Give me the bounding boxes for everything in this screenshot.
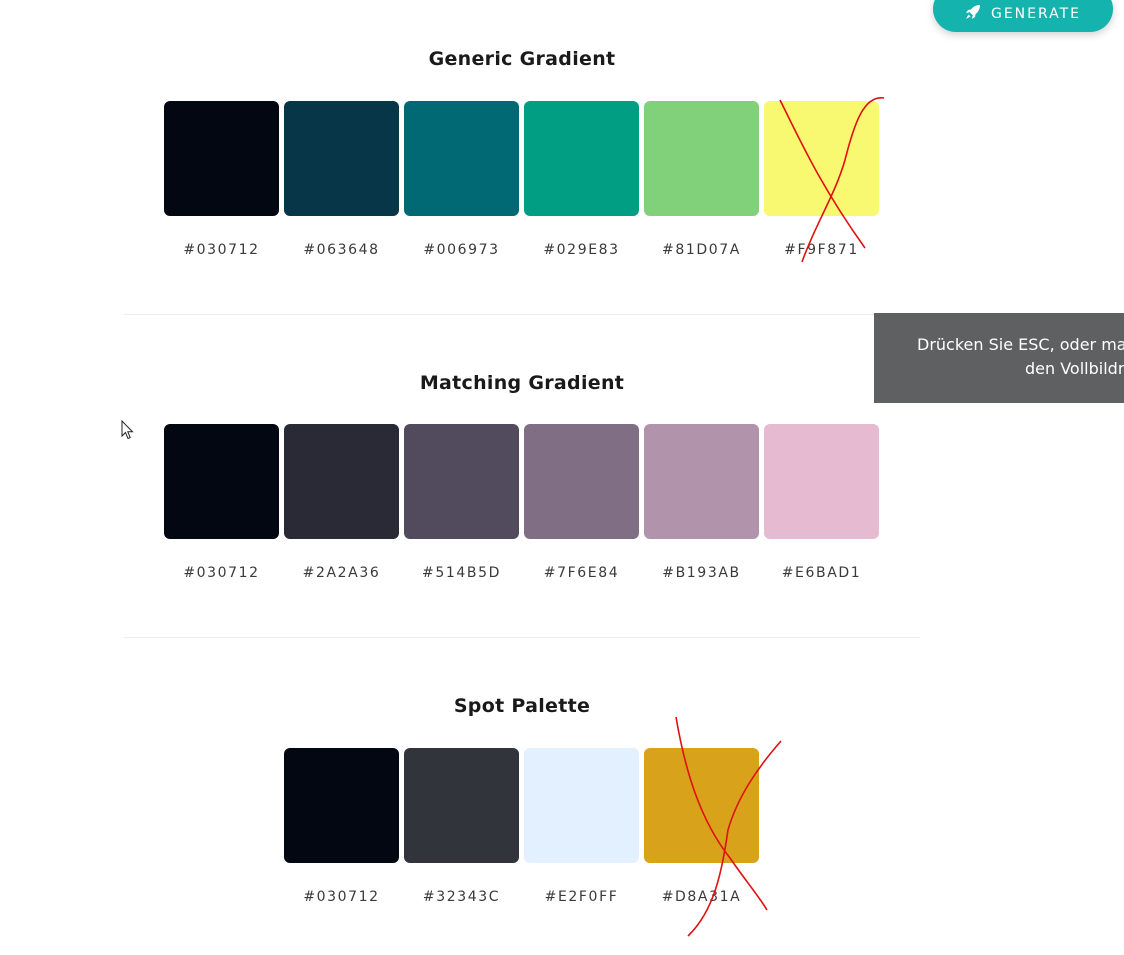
color-swatch[interactable] <box>524 101 639 216</box>
color-swatch[interactable] <box>284 424 399 539</box>
section-title-spot-palette: Spot Palette <box>453 695 591 717</box>
hex-label: #E2F0FF <box>544 889 619 905</box>
hex-label: #063648 <box>303 242 380 258</box>
color-swatch[interactable] <box>644 101 759 216</box>
swatch-item[interactable]: #7F6E84 <box>524 424 639 581</box>
swatch-item[interactable]: #029E83 <box>524 101 639 258</box>
color-swatch[interactable] <box>524 748 639 863</box>
color-swatch[interactable] <box>404 424 519 539</box>
swatch-item[interactable]: #B193AB <box>644 424 759 581</box>
swatch-item[interactable]: #E2F0FF <box>524 748 639 905</box>
color-swatch[interactable] <box>404 101 519 216</box>
rocket-icon <box>965 4 981 24</box>
fullscreen-notice-line2: den Vollbildr <box>1025 359 1124 378</box>
color-swatch[interactable] <box>284 748 399 863</box>
color-swatch[interactable] <box>404 748 519 863</box>
swatch-item[interactable]: #006973 <box>404 101 519 258</box>
swatch-item[interactable]: #F9F871 <box>764 101 879 258</box>
hex-label: #B193AB <box>662 565 741 581</box>
color-swatch[interactable] <box>164 101 279 216</box>
color-swatch[interactable] <box>284 101 399 216</box>
swatch-item[interactable]: #030712 <box>284 748 399 905</box>
section-divider <box>124 314 920 315</box>
hex-label: #7F6E84 <box>543 565 620 581</box>
hex-label: #030712 <box>303 889 380 905</box>
swatch-item[interactable]: #514B5D <box>404 424 519 581</box>
mouse-cursor-icon <box>121 419 135 444</box>
color-swatch[interactable] <box>764 101 879 216</box>
hex-label: #2A2A36 <box>302 565 381 581</box>
color-swatch[interactable] <box>764 424 879 539</box>
fullscreen-notice-line1: Drücken Sie ESC, oder mac <box>917 335 1124 354</box>
hex-label: #D8A31A <box>661 889 742 905</box>
section-divider <box>124 637 920 638</box>
spot-palette: #030712 #32343C #E2F0FF #D8A31A <box>284 748 759 905</box>
swatch-item[interactable]: #32343C <box>404 748 519 905</box>
hex-label: #029E83 <box>543 242 620 258</box>
generate-label: GENERATE <box>990 6 1082 22</box>
hex-label: #030712 <box>183 565 260 581</box>
swatch-item[interactable]: #030712 <box>164 424 279 581</box>
fullscreen-notice: Drücken Sie ESC, oder mac den Vollbildr <box>874 313 1124 403</box>
swatch-item[interactable]: #063648 <box>284 101 399 258</box>
hex-label: #F9F871 <box>784 242 859 258</box>
hex-label: #81D07A <box>662 242 741 258</box>
generic-gradient-palette: #030712 #063648 #006973 #029E83 #81D07A … <box>164 101 879 258</box>
generate-button[interactable]: GENERATE <box>933 0 1113 32</box>
matching-gradient-palette: #030712 #2A2A36 #514B5D #7F6E84 #B193AB … <box>164 424 879 581</box>
swatch-item[interactable]: #81D07A <box>644 101 759 258</box>
section-title-matching-gradient: Matching Gradient <box>419 372 625 394</box>
color-swatch[interactable] <box>644 424 759 539</box>
section-title-generic-gradient: Generic Gradient <box>428 48 616 70</box>
hex-label: #006973 <box>423 242 500 258</box>
hex-label: #030712 <box>183 242 260 258</box>
swatch-item[interactable]: #2A2A36 <box>284 424 399 581</box>
hex-label: #32343C <box>422 889 501 905</box>
color-swatch[interactable] <box>644 748 759 863</box>
swatch-item[interactable]: #030712 <box>164 101 279 258</box>
swatch-item[interactable]: #E6BAD1 <box>764 424 879 581</box>
hex-label: #E6BAD1 <box>781 565 862 581</box>
swatch-item[interactable]: #D8A31A <box>644 748 759 905</box>
hex-label: #514B5D <box>422 565 501 581</box>
color-swatch[interactable] <box>524 424 639 539</box>
color-swatch[interactable] <box>164 424 279 539</box>
